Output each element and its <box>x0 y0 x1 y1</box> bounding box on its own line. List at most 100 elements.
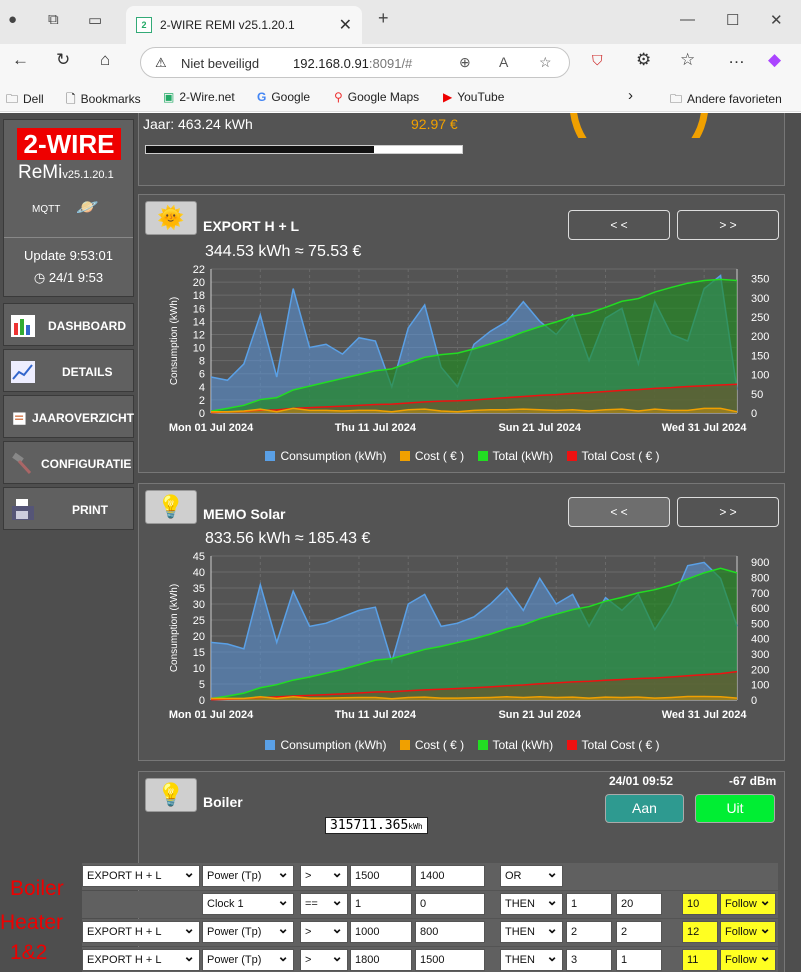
nav-configuratie[interactable]: CONFIGURATIE <box>3 441 134 484</box>
rule-v1-input[interactable]: 1800 <box>350 949 412 971</box>
rule-a-input[interactable]: 3 <box>566 949 612 971</box>
legend-cost[interactable]: Cost ( € ) <box>399 449 464 463</box>
legend-consumption[interactable]: Consumption (kWh) <box>265 449 386 463</box>
legend-total-cost[interactable]: Total Cost ( € ) <box>566 449 660 463</box>
rule-b-input[interactable]: 1 <box>616 949 662 971</box>
rule-logic-select[interactable]: THEN <box>500 921 563 943</box>
rule-logic-select[interactable]: THEN <box>500 949 563 971</box>
workspaces-icon[interactable]: ⧉ <box>48 11 59 28</box>
rule-source-select[interactable]: EXPORT H + L <box>82 921 200 943</box>
legend-total-cost[interactable]: Total Cost ( € ) <box>566 738 660 752</box>
nav-print[interactable]: PRINT <box>3 487 134 530</box>
nav-dashboard[interactable]: DASHBOARD <box>3 303 134 346</box>
rule-source-select[interactable]: EXPORT H + L <box>82 865 200 887</box>
export-panel: 🌞 EXPORT H + L 344.53 kWh ≈ 75.53 € < < … <box>138 194 785 473</box>
nav-details[interactable]: DETAILS <box>3 349 134 392</box>
rule-a-input[interactable]: 1 <box>566 893 612 915</box>
panel-summary: 833.56 kWh ≈ 185.43 € <box>205 530 371 547</box>
legend-consumption[interactable]: Consumption (kWh) <box>265 738 386 752</box>
rule-mode-select[interactable]: Follow <box>720 921 776 943</box>
rule-v1-input[interactable]: 1500 <box>350 865 412 887</box>
bookmark-youtube[interactable]: ▶ YouTube <box>443 90 504 104</box>
panel-summary: 344.53 kWh ≈ 75.53 € <box>205 243 362 260</box>
next-button[interactable]: > > <box>677 210 779 240</box>
rule-b-input[interactable]: 20 <box>616 893 662 915</box>
rule-a-input[interactable]: 2 <box>566 921 612 943</box>
rule-logic-select[interactable]: OR <box>500 865 563 887</box>
rule-op-select[interactable]: > <box>300 865 348 887</box>
legend-total[interactable]: Total (kWh) <box>477 738 553 752</box>
prev-button[interactable]: < < <box>568 210 670 240</box>
profile-icon[interactable]: ● <box>8 11 17 28</box>
bookmark-bookmarks[interactable]: 🗋 Bookmarks <box>66 90 141 111</box>
rule-v2-input[interactable]: 0 <box>415 893 485 915</box>
copilot-icon[interactable]: ◆ <box>768 50 781 70</box>
rule-v2-input[interactable]: 800 <box>415 921 485 943</box>
rule-logic-select[interactable]: THEN <box>500 893 563 915</box>
rule-out-input[interactable]: 10 <box>682 893 718 915</box>
rule-v2-input[interactable]: 1400 <box>415 865 485 887</box>
rule-row: EXPORT H + LPower (Tp)>18001500THEN3111F… <box>82 947 778 972</box>
rule-source-select[interactable]: EXPORT H + L <box>82 949 200 971</box>
minimize-icon[interactable]: — <box>680 11 695 28</box>
zoom-icon[interactable]: ⊕ <box>459 54 471 71</box>
browser-tab[interactable]: 2 2-WIRE REMI v25.1.20.1 ✕ <box>126 6 362 44</box>
tab-actions-icon[interactable]: ▭ <box>88 11 102 29</box>
rule-b-input[interactable]: 2 <box>616 921 662 943</box>
off-button[interactable]: Uit <box>695 794 775 823</box>
address-bar[interactable]: ⚠ Niet beveiligd 192.168.0.91:8091/# ⊕ A… <box>140 47 570 78</box>
chart-legend: Consumption (kWh) Cost ( € ) Total (kWh)… <box>139 738 786 752</box>
menu-icon[interactable]: … <box>728 48 745 68</box>
x-tick-label: Wed 31 Jul 2024 <box>662 709 748 721</box>
bookmark-dell[interactable]: 🗀 Dell <box>6 90 44 111</box>
rule-op-select[interactable]: > <box>300 921 348 943</box>
favorite-star-icon[interactable]: ☆ <box>539 54 552 71</box>
rule-mode-select[interactable]: Follow <box>720 893 776 915</box>
rule-op-select[interactable]: == <box>300 893 348 915</box>
mqtt-label: MQTT <box>32 204 61 215</box>
extensions-icon[interactable]: ⚙ <box>636 50 651 70</box>
y2-tick-label: 350 <box>751 274 769 286</box>
favorites-icon[interactable]: ☆ <box>680 50 695 70</box>
maximize-icon[interactable]: ☐ <box>726 11 739 29</box>
nav-jaaroverzicht[interactable]: JAAROVERZICHT <box>3 395 134 438</box>
rule-out-input[interactable]: 11 <box>682 949 718 971</box>
bookmark-2wire[interactable]: ▣ 2-Wire.net <box>163 90 235 104</box>
solar-chart: 0 5 10 15 20 25 30 35 40 45 0 100 200 300 400 500 600 700… <box>169 551 770 721</box>
rule-metric-select[interactable]: Clock 1 <box>202 893 294 915</box>
rule-metric-select[interactable]: Power (Tp) <box>202 921 294 943</box>
bookmark-google-maps[interactable]: ⚲ Google Maps <box>334 90 419 104</box>
rule-mode-select[interactable]: Follow <box>720 949 776 971</box>
rule-out-input[interactable]: 12 <box>682 921 718 943</box>
bookmark-other-favorites[interactable]: 🗀 Andere favorieten <box>670 90 782 111</box>
y-tick-label: 30 <box>193 599 205 611</box>
read-aloud-icon[interactable]: A <box>499 54 508 70</box>
bookmark-google[interactable]: G Google <box>257 90 310 104</box>
y-tick-label: 14 <box>193 316 205 328</box>
close-window-icon[interactable]: ✕ <box>770 11 783 29</box>
y-tick-label: 4 <box>199 382 205 394</box>
next-button[interactable]: > > <box>677 497 779 527</box>
on-button[interactable]: Aan <box>605 794 684 823</box>
y-tick-label: 10 <box>193 663 205 675</box>
legend-total[interactable]: Total (kWh) <box>477 449 553 463</box>
y2-tick-label: 700 <box>751 588 769 600</box>
rule-metric-select[interactable]: Power (Tp) <box>202 949 294 971</box>
rule-v1-input[interactable]: 1 <box>350 893 412 915</box>
home-icon[interactable]: ⌂ <box>100 50 110 70</box>
shield-icon[interactable]: ⛉ <box>592 52 603 69</box>
chevron-right-icon[interactable]: › <box>628 87 633 104</box>
prev-button[interactable]: < < <box>568 497 670 527</box>
refresh-icon[interactable]: ↻ <box>56 50 70 70</box>
rule-metric-select[interactable]: Power (Tp) <box>202 865 294 887</box>
back-icon[interactable]: ← <box>12 50 29 70</box>
tab-title: 2-WIRE REMI v25.1.20.1 <box>160 18 295 32</box>
rule-v1-input[interactable]: 1000 <box>350 921 412 943</box>
legend-cost[interactable]: Cost ( € ) <box>399 738 464 752</box>
rule-v2-input[interactable]: 1500 <box>415 949 485 971</box>
y-tick-label: 10 <box>193 343 205 355</box>
bulb-icon: 💡 <box>145 778 197 812</box>
close-tab-icon[interactable]: ✕ <box>339 15 352 35</box>
new-tab-icon[interactable]: + <box>378 8 389 29</box>
rule-op-select[interactable]: > <box>300 949 348 971</box>
